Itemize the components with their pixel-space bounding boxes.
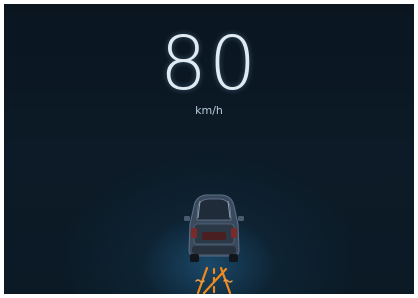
car-rear-icon xyxy=(184,194,244,262)
speed-unit-label: km/h xyxy=(195,104,223,117)
speed-readout: 80 xyxy=(159,21,259,107)
hazard-lights-icon xyxy=(195,266,233,294)
instrument-display: 80 km/h xyxy=(4,4,414,294)
